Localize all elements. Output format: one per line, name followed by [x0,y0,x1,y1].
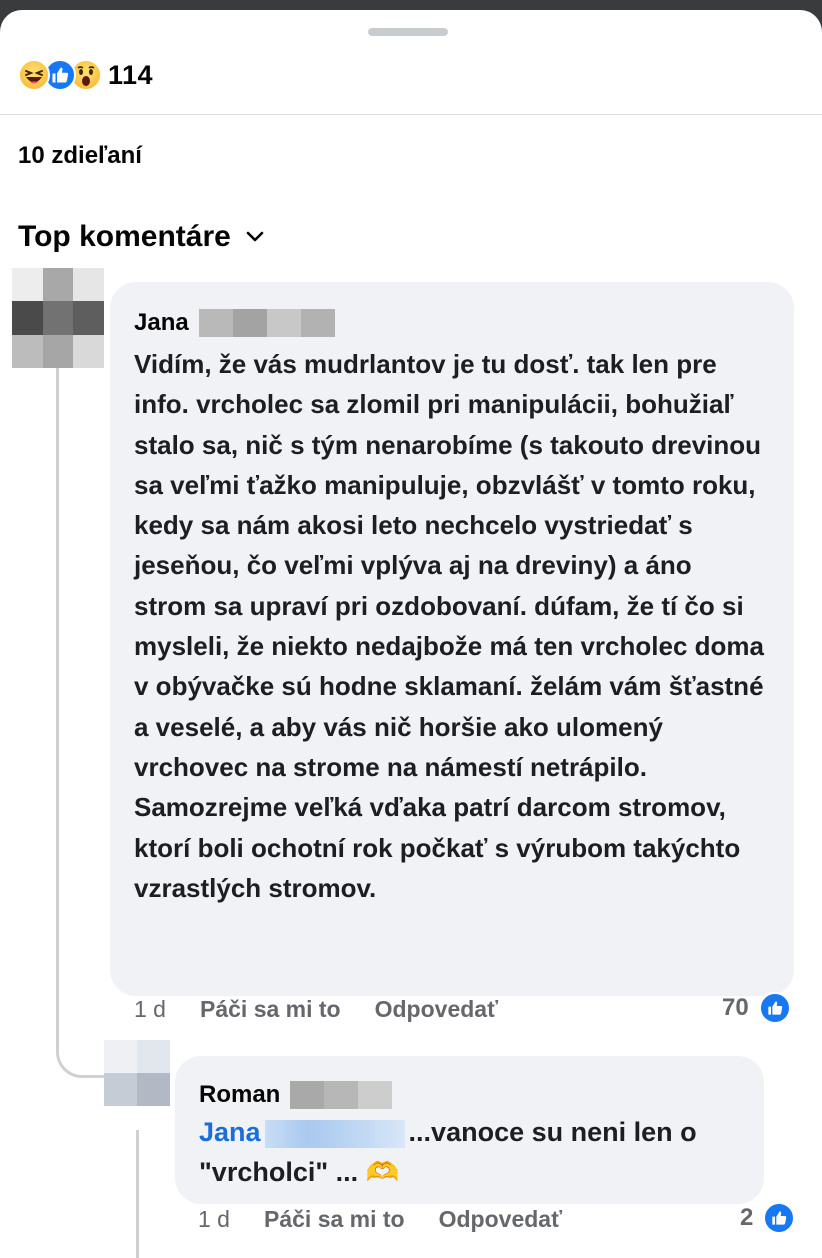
reaction-count: 114 [108,59,154,90]
reply-button[interactable]: Odpovedať [375,996,498,1023]
comment-time[interactable]: 1 d [198,1206,230,1233]
comment-time[interactable]: 1 d [134,996,166,1023]
comment-actions: 1 d Páči sa mi to Odpovedať [198,1206,562,1233]
mention-surname-redacted [264,1119,405,1148]
thread-line [56,368,59,1028]
haha-icon [18,59,50,91]
comments-sheet: 114 10 zdieľaní Top komentáre Jana Vidím… [0,10,822,1258]
sheet-drag-handle[interactable] [368,28,448,36]
like-button[interactable]: Páči sa mi to [200,996,341,1023]
comment-author[interactable]: Jana [134,306,768,340]
likes-count: 70 [722,994,749,1021]
reactions-summary[interactable]: 114 [18,58,153,92]
avatar[interactable] [12,268,104,368]
comment-text: Vidím, že vás mudrlantov je tu dosť. tak… [134,349,764,903]
author-surname-redacted [290,1081,393,1109]
comments-sort-label: Top komentáre [18,220,231,253]
shares-count[interactable]: 10 zdieľaní [18,142,142,170]
likes-count: 2 [740,1204,754,1231]
thread-curve [56,1028,104,1078]
reply-thread-line [136,1130,139,1258]
author-name: Jana [134,309,189,336]
avatar[interactable] [104,1040,170,1106]
author-surname-redacted [198,309,335,337]
author-name: Roman [199,1081,281,1108]
like-icon [763,1202,796,1234]
comment-text-block: Jana ...vanoce su neni len o "vrcholci" .… [199,1112,740,1192]
reply-button[interactable]: Odpovedať [439,1206,562,1233]
comment-author[interactable]: Roman [199,1078,740,1112]
comment-bubble: Jana Vidím, že vás mudrlantov je tu dosť… [110,282,794,996]
comments-sort-dropdown[interactable]: Top komentáre [18,220,265,254]
comment-likes[interactable]: 2 [740,1202,796,1234]
comment-likes[interactable]: 70 [722,992,791,1024]
comment-actions: 1 d Páči sa mi to Odpovedať [134,996,498,1023]
like-button[interactable]: Páči sa mi to [264,1206,405,1233]
divider [0,114,822,115]
reply-bubble: Roman Jana ...vanoce su neni len o "vrcho… [175,1056,764,1204]
mention-link[interactable]: Jana [199,1117,261,1147]
like-icon [758,992,791,1024]
chevron-down-icon [246,231,264,242]
